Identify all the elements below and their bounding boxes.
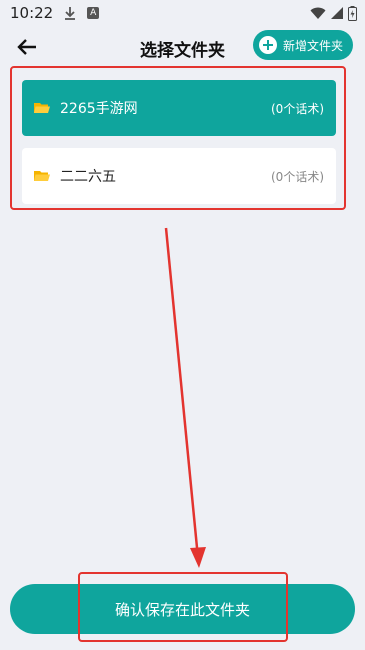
a-notification-icon: A bbox=[87, 7, 100, 19]
confirm-save-label: 确认保存在此文件夹 bbox=[114, 600, 250, 619]
new-folder-button[interactable]: 新增文件夹 bbox=[252, 30, 353, 60]
folder-list-highlight: 2265手游网 (0个话术) 二二六五 (0个话术) bbox=[10, 66, 346, 210]
signal-icon bbox=[331, 7, 343, 19]
status-bar: 10:22 A bbox=[0, 0, 365, 26]
confirm-save-button[interactable]: 确认保存在此文件夹 bbox=[10, 584, 355, 634]
folder-name: 2265手游网 bbox=[60, 101, 138, 117]
folder-name: 二二六五 bbox=[60, 169, 116, 185]
plus-icon bbox=[258, 36, 277, 54]
wifi-icon bbox=[310, 7, 326, 19]
folder-count: (0个话术) bbox=[271, 101, 324, 116]
folder-item-2265[interactable]: 2265手游网 (0个话术) bbox=[22, 80, 336, 136]
header: 选择文件夹 新增文件夹 bbox=[0, 26, 365, 68]
battery-icon bbox=[348, 5, 357, 21]
folder-icon bbox=[34, 103, 50, 113]
folder-count: (0个话术) bbox=[271, 169, 324, 184]
folder-item-erersixfive[interactable]: 二二六五 (0个话术) bbox=[22, 148, 336, 204]
folder-icon bbox=[34, 171, 50, 181]
new-folder-label: 新增文件夹 bbox=[282, 38, 343, 53]
download-icon bbox=[65, 7, 76, 20]
status-time: 10:22 bbox=[10, 4, 54, 22]
